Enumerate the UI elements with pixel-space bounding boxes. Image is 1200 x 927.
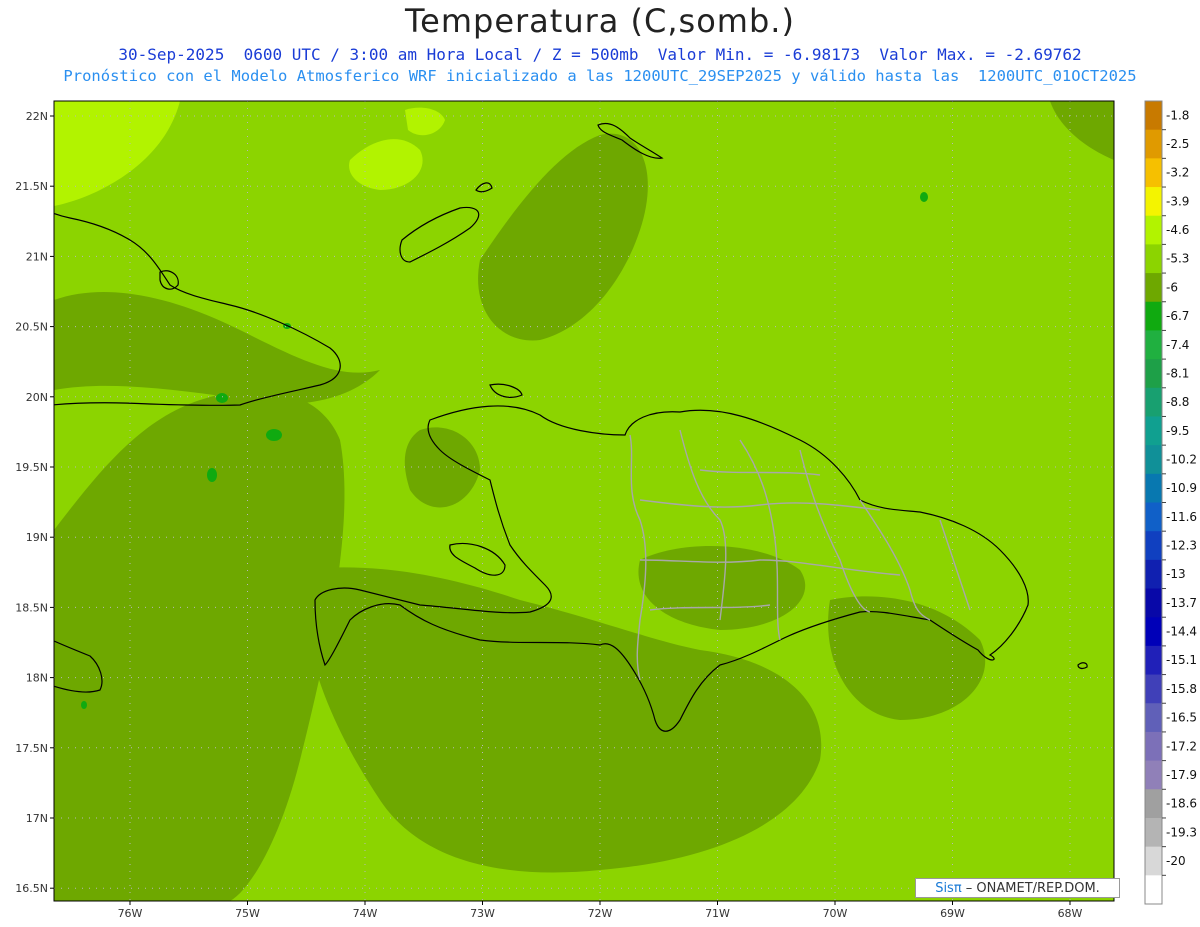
colorbar-swatch (1145, 244, 1162, 274)
colorbar-label: -15.8 (1166, 682, 1197, 696)
colorbar-label: -8.1 (1166, 366, 1189, 380)
colorbar-swatch (1145, 846, 1162, 876)
colorbar-label: -5.3 (1166, 252, 1189, 266)
colorbar-swatch (1145, 387, 1162, 417)
lon-label: 71W (705, 907, 730, 920)
lat-label: 18.5N (15, 601, 48, 614)
colorbar-label: -6.7 (1166, 309, 1189, 323)
colorbar-swatch (1145, 731, 1162, 762)
colorbar-swatch (1145, 301, 1162, 331)
lon-label: 68W (1058, 907, 1083, 920)
lon-label: 70W (823, 907, 848, 920)
colorbar-swatch (1145, 359, 1162, 389)
colorbar-label: -6 (1166, 280, 1178, 294)
colorbar-label: -14.4 (1166, 625, 1197, 639)
colorbar-swatch (1145, 445, 1162, 475)
colorbar-label: -2.5 (1166, 137, 1189, 151)
colorbar-swatch (1145, 215, 1162, 245)
colorbar-label: -4.6 (1166, 223, 1189, 237)
colorbar-swatch (1145, 129, 1162, 159)
lat-label: 17.5N (15, 742, 48, 755)
colorbar-swatch (1145, 158, 1162, 188)
colorbar-label: -16.5 (1166, 711, 1197, 725)
colorbar-swatch (1145, 760, 1162, 790)
colorbar-swatch (1145, 531, 1162, 561)
lon-label: 72W (588, 907, 613, 920)
colorbar-swatch (1145, 617, 1162, 647)
lon-label: 69W (940, 907, 965, 920)
colorbar-label: -15.1 (1166, 653, 1197, 667)
colorbar-label: -3.2 (1166, 166, 1189, 180)
colorbar-label: -11.6 (1166, 510, 1197, 524)
credit-brand: Sisπ (935, 881, 962, 896)
colorbar-label: -12.3 (1166, 539, 1197, 553)
colorbar: -1.8 -2.5 -3.2 -3.9 -4.6 -5.3 -6 -6.7 -7.4 -8.1 -8… (1144, 100, 1197, 905)
lat-label: 20.5N (15, 321, 48, 334)
colorbar-swatch (1145, 817, 1162, 848)
lat-label: 22N (26, 110, 48, 123)
colorbar-label: -13 (1166, 567, 1186, 581)
colorbar-swatch (1145, 559, 1162, 590)
colorbar-label: -8.8 (1166, 395, 1189, 409)
colorbar-swatch (1145, 101, 1162, 131)
colorbar-swatch (1145, 273, 1162, 303)
lat-label: 16.5N (15, 882, 48, 895)
credit-badge: Sisπ – ONAMET/REP.DOM. (915, 878, 1120, 898)
lon-label: 74W (353, 907, 378, 920)
lat-label: 19.5N (15, 461, 48, 474)
latitude-labels: 22N 21.5N 21N 20.5N 20N 19.5N 19N 18.5N 18N 17.5N… (15, 110, 54, 895)
lat-label: 21N (26, 250, 48, 263)
colorbar-label: -1.8 (1166, 108, 1189, 122)
lat-label: 19N (26, 531, 48, 544)
colorbar-swatch (1145, 875, 1162, 905)
colorbar-swatch (1145, 473, 1162, 503)
colorbar-swatch (1145, 645, 1162, 676)
longitude-labels: 76W 75W 74W 73W 72W 71W 70W 69W 68W (118, 901, 1083, 920)
colorbar-label: -19.3 (1166, 825, 1197, 839)
colorbar-swatch (1145, 588, 1162, 618)
colorbar-label: -3.9 (1166, 194, 1189, 208)
colorbar-label: -18.6 (1166, 797, 1197, 811)
colorbar-swatch (1145, 416, 1162, 446)
colorbar-swatch (1145, 674, 1162, 704)
colorbar-label: -10.9 (1166, 481, 1197, 495)
colorbar-swatch (1145, 330, 1162, 360)
colorbar-label: -17.2 (1166, 739, 1197, 753)
temperature-map: 22N 21.5N 21N 20.5N 20N 19.5N 19N 18.5N 18N 17.5N… (15, 100, 1197, 920)
credit-text: – ONAMET/REP.DOM. (961, 881, 1100, 896)
lon-label: 73W (470, 907, 495, 920)
colorbar-swatch (1145, 187, 1162, 217)
colorbar-swatch (1145, 789, 1162, 819)
lon-label: 75W (235, 907, 260, 920)
colorbar-label: -7.4 (1166, 338, 1189, 352)
lat-label: 21.5N (15, 180, 48, 193)
colorbar-label: -20 (1166, 854, 1186, 868)
colorbar-label: -10.2 (1166, 452, 1197, 466)
colorbar-swatch (1145, 502, 1162, 532)
lat-label: 18N (26, 672, 48, 685)
colorbar-label: -13.7 (1166, 596, 1197, 610)
colorbar-swatch (1145, 703, 1162, 733)
lat-label: 20N (26, 391, 48, 404)
colorbar-label: -17.9 (1166, 768, 1197, 782)
colorbar-label: -9.5 (1166, 424, 1189, 438)
lat-label: 17N (26, 812, 48, 825)
lon-label: 76W (118, 907, 143, 920)
